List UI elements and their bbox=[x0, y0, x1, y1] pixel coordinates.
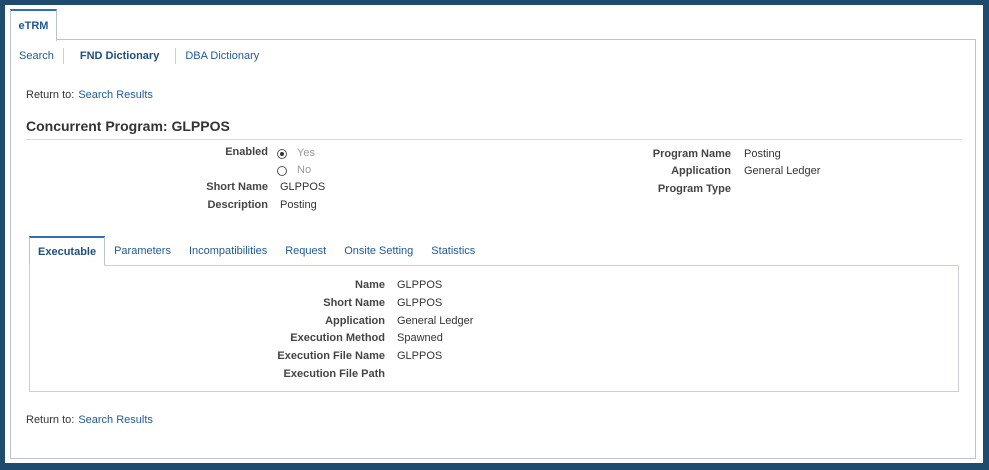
nav-dba-dictionary-link[interactable]: DBA Dictionary bbox=[176, 48, 268, 64]
exec-file-name-value: GLPPOS bbox=[397, 350, 443, 362]
executable-panel bbox=[29, 265, 959, 392]
search-results-link[interactable]: Search Results bbox=[78, 89, 153, 101]
return-to-label: Return to: bbox=[26, 414, 75, 426]
exec-file-name-label: Execution File Name bbox=[277, 350, 385, 362]
exec-file-path-label: Execution File Path bbox=[283, 368, 385, 380]
nav-search-link[interactable]: Search bbox=[19, 48, 64, 64]
tab-parameters[interactable]: Parameters bbox=[105, 236, 180, 266]
description-label: Description bbox=[207, 199, 268, 211]
tab-statistics[interactable]: Statistics bbox=[422, 236, 484, 266]
short-name-label: Short Name bbox=[206, 181, 268, 193]
exec-short-name-label: Short Name bbox=[323, 297, 385, 309]
tab-etrm[interactable]: eTRM bbox=[10, 9, 57, 41]
enabled-yes-radio[interactable] bbox=[277, 149, 287, 159]
exec-method-label: Execution Method bbox=[290, 332, 385, 344]
program-name-value: Posting bbox=[744, 148, 781, 160]
tab-onsite-setting[interactable]: Onsite Setting bbox=[335, 236, 422, 266]
short-name-value: GLPPOS bbox=[280, 181, 326, 193]
title-divider bbox=[26, 139, 962, 140]
exec-short-name-value: GLPPOS bbox=[397, 297, 443, 309]
enabled-yes-label: Yes bbox=[297, 147, 315, 159]
description-value: Posting bbox=[280, 199, 317, 211]
detail-tabs: Executable Parameters Incompatibilities … bbox=[29, 236, 484, 266]
exec-application-value: General Ledger bbox=[397, 315, 474, 327]
enabled-no-radio[interactable] bbox=[277, 166, 287, 176]
search-results-link[interactable]: Search Results bbox=[78, 414, 153, 426]
return-to-label: Return to: bbox=[26, 89, 75, 101]
return-to-bottom: Return to: Search Results bbox=[26, 414, 153, 426]
application-label: Application bbox=[671, 165, 731, 177]
application-value: General Ledger bbox=[744, 165, 821, 177]
sub-navigation: Search FND Dictionary DBA Dictionary bbox=[19, 48, 268, 64]
tab-incompatibilities[interactable]: Incompatibilities bbox=[180, 236, 276, 266]
app-frame: eTRM Search FND Dictionary DBA Dictionar… bbox=[5, 5, 983, 463]
exec-application-label: Application bbox=[325, 315, 385, 327]
nav-fnd-dictionary[interactable]: FND Dictionary bbox=[64, 48, 177, 64]
enabled-label: Enabled bbox=[225, 146, 268, 158]
exec-name-label: Name bbox=[355, 279, 385, 291]
exec-name-value: GLPPOS bbox=[397, 279, 443, 291]
program-type-label: Program Type bbox=[657, 183, 731, 195]
tab-request[interactable]: Request bbox=[276, 236, 335, 266]
return-to-top: Return to: Search Results bbox=[26, 89, 153, 101]
page-title: Concurrent Program: GLPPOS bbox=[26, 118, 230, 134]
program-name-label: Program Name bbox=[652, 148, 731, 160]
enabled-no-label: No bbox=[297, 164, 312, 176]
exec-method-value: Spawned bbox=[397, 332, 443, 344]
tab-executable[interactable]: Executable bbox=[29, 236, 106, 266]
